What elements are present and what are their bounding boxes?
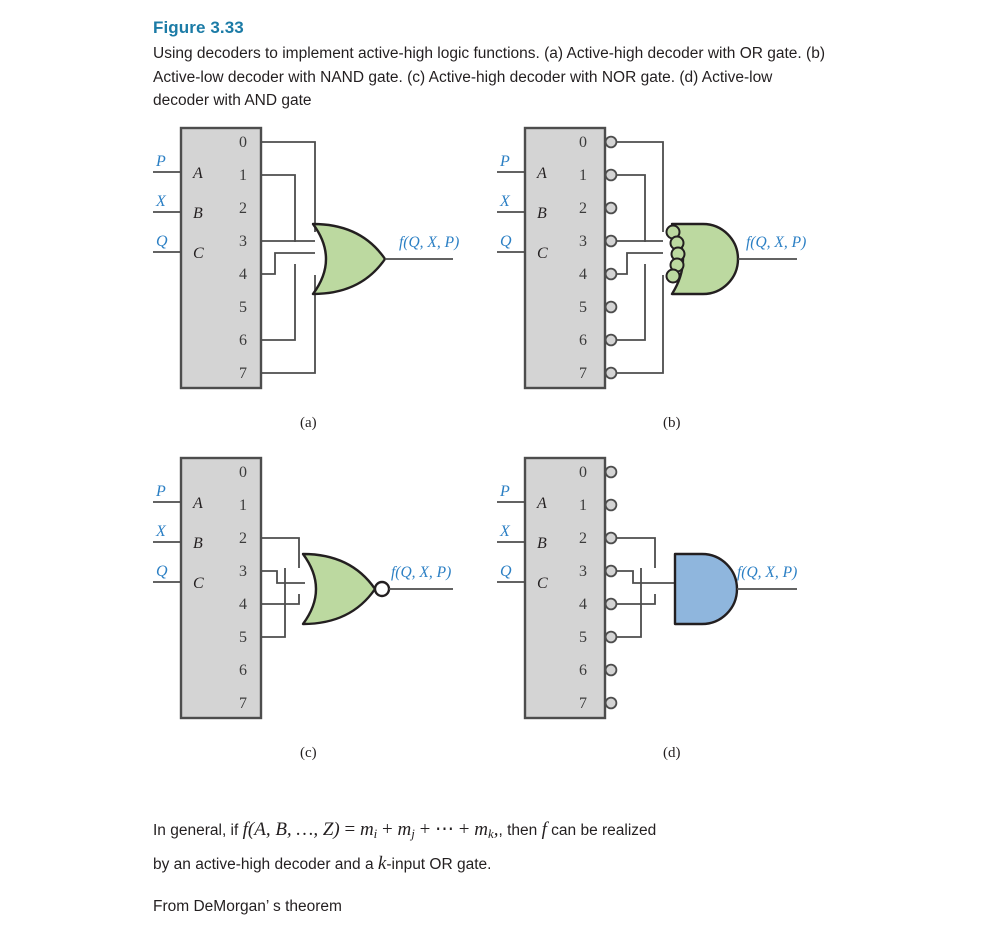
output-pin-1: 1 <box>579 167 587 184</box>
figure-caption: Using decoders to implement active-high … <box>153 45 825 109</box>
output-function-label: f(Q, X, P) <box>737 564 797 581</box>
pin-label-c: C <box>193 575 204 592</box>
nor-output-bubble <box>373 580 391 598</box>
input-label-p: P <box>499 153 510 170</box>
panel-d-circuit: P X Q A B C 0 1 2 3 4 5 6 7 f(Q, X, P) <box>497 456 797 720</box>
output-pin-7: 7 <box>579 365 587 382</box>
output-pin-7: 7 <box>239 695 247 712</box>
stmt-mid: , then <box>498 822 542 839</box>
input-label-p: P <box>499 483 510 500</box>
panel-label-b: (b) <box>663 415 681 431</box>
pin-label-c: C <box>537 575 548 592</box>
output-pin-7: 7 <box>239 365 247 382</box>
panel-label-a: (a) <box>300 415 317 431</box>
input-label-q: Q <box>156 233 168 250</box>
output-pin-3: 3 <box>579 233 587 250</box>
output-pin-3: 3 <box>579 563 587 580</box>
input-label-x: X <box>499 523 511 540</box>
input-label-x: X <box>155 193 167 210</box>
stmt-line2-pre: by an active-high decoder and a <box>153 856 378 874</box>
input-label-x: X <box>499 193 511 210</box>
panel-b: P X Q A B C 0 1 2 3 4 5 6 7 f(Q, X, P) <box>497 120 867 410</box>
active-low-bubbles <box>604 135 618 380</box>
pin-label-c: C <box>537 245 548 262</box>
output-pin-5: 5 <box>239 299 247 316</box>
pin-label-b: B <box>537 535 547 552</box>
output-pin-4: 4 <box>579 596 587 613</box>
output-pin-0: 0 <box>239 464 247 481</box>
output-pin-7: 7 <box>579 695 587 712</box>
output-pin-1: 1 <box>579 497 587 514</box>
pin-label-a: A <box>536 165 547 182</box>
figure-page: Figure 3.33 Using decoders to implement … <box>0 0 996 940</box>
output-pin-1: 1 <box>239 167 247 184</box>
output-pin-1: 1 <box>239 497 247 514</box>
nor-gate <box>301 552 377 626</box>
output-pin-3: 3 <box>239 233 247 250</box>
figure-title: Figure 3.33 <box>153 18 244 37</box>
input-label-q: Q <box>500 233 512 250</box>
general-statement: In general, if f(A, B, …, Z) = mi + mj +… <box>153 815 853 880</box>
output-pin-5: 5 <box>579 629 587 646</box>
pin-label-b: B <box>537 205 547 222</box>
and-gate <box>673 552 739 626</box>
output-pin-6: 6 <box>239 662 247 679</box>
demorgan-note: From DeMorgan’ s theorem <box>153 898 342 915</box>
output-pin-2: 2 <box>579 530 587 547</box>
stmt-line2-post: -input OR gate. <box>386 856 492 874</box>
panel-a: P X Q A B C 0 1 2 3 4 5 6 7 f(Q, X, P) <box>153 120 523 410</box>
output-function-label: f(Q, X, P) <box>746 234 806 251</box>
output-pin-2: 2 <box>239 200 247 217</box>
output-function-label: f(Q, X, P) <box>391 564 451 581</box>
stmt-formula: f(A, B, …, Z) = mi + mj + ⋯ + mk, <box>242 819 499 842</box>
output-wires <box>617 537 675 638</box>
output-pin-0: 0 <box>239 134 247 151</box>
output-wires <box>261 537 305 638</box>
output-pin-5: 5 <box>579 299 587 316</box>
stmt-pre: In general, if <box>153 822 243 839</box>
output-pin-4: 4 <box>579 266 587 283</box>
panel-b-circuit: P X Q A B C 0 1 2 3 4 5 6 7 f(Q, X, P) <box>497 126 806 390</box>
pin-label-a: A <box>536 495 547 512</box>
output-function-label: f(Q, X, P) <box>399 234 459 251</box>
pin-label-c: C <box>193 245 204 262</box>
output-pin-2: 2 <box>579 200 587 217</box>
output-pin-6: 6 <box>579 662 587 679</box>
panel-c-circuit: P X Q A B C 0 1 2 3 4 5 6 7 f(Q, X, P) <box>153 456 453 720</box>
input-label-p: P <box>155 153 166 170</box>
output-pin-0: 0 <box>579 464 587 481</box>
output-wires <box>261 141 316 374</box>
output-pin-3: 3 <box>239 563 247 580</box>
panel-label-c: (c) <box>300 745 317 761</box>
pin-label-a: A <box>192 495 203 512</box>
or-gate <box>311 222 387 296</box>
panel-d: P X Q A B C 0 1 2 3 4 5 6 7 f(Q, X, P) <box>497 450 867 740</box>
output-pin-6: 6 <box>579 332 587 349</box>
panel-a-circuit: P X Q A B C 0 1 2 3 4 5 6 7 f(Q, X, P) <box>153 126 459 390</box>
panel-label-d: (d) <box>663 745 681 761</box>
input-label-q: Q <box>500 563 512 580</box>
input-label-x: X <box>155 523 167 540</box>
active-low-bubbles <box>604 465 618 710</box>
input-label-p: P <box>155 483 166 500</box>
output-pin-4: 4 <box>239 266 247 283</box>
pin-label-a: A <box>192 165 203 182</box>
output-pin-2: 2 <box>239 530 247 547</box>
output-pin-4: 4 <box>239 596 247 613</box>
output-pin-6: 6 <box>239 332 247 349</box>
input-label-q: Q <box>156 563 168 580</box>
output-pin-5: 5 <box>239 629 247 646</box>
panel-c: P X Q A B C 0 1 2 3 4 5 6 7 f(Q, X, P) <box>153 450 523 740</box>
output-pin-0: 0 <box>579 134 587 151</box>
output-wires <box>617 141 664 374</box>
pin-label-b: B <box>193 205 203 222</box>
stmt-post: can be realized <box>546 822 657 839</box>
pin-label-b: B <box>193 535 203 552</box>
